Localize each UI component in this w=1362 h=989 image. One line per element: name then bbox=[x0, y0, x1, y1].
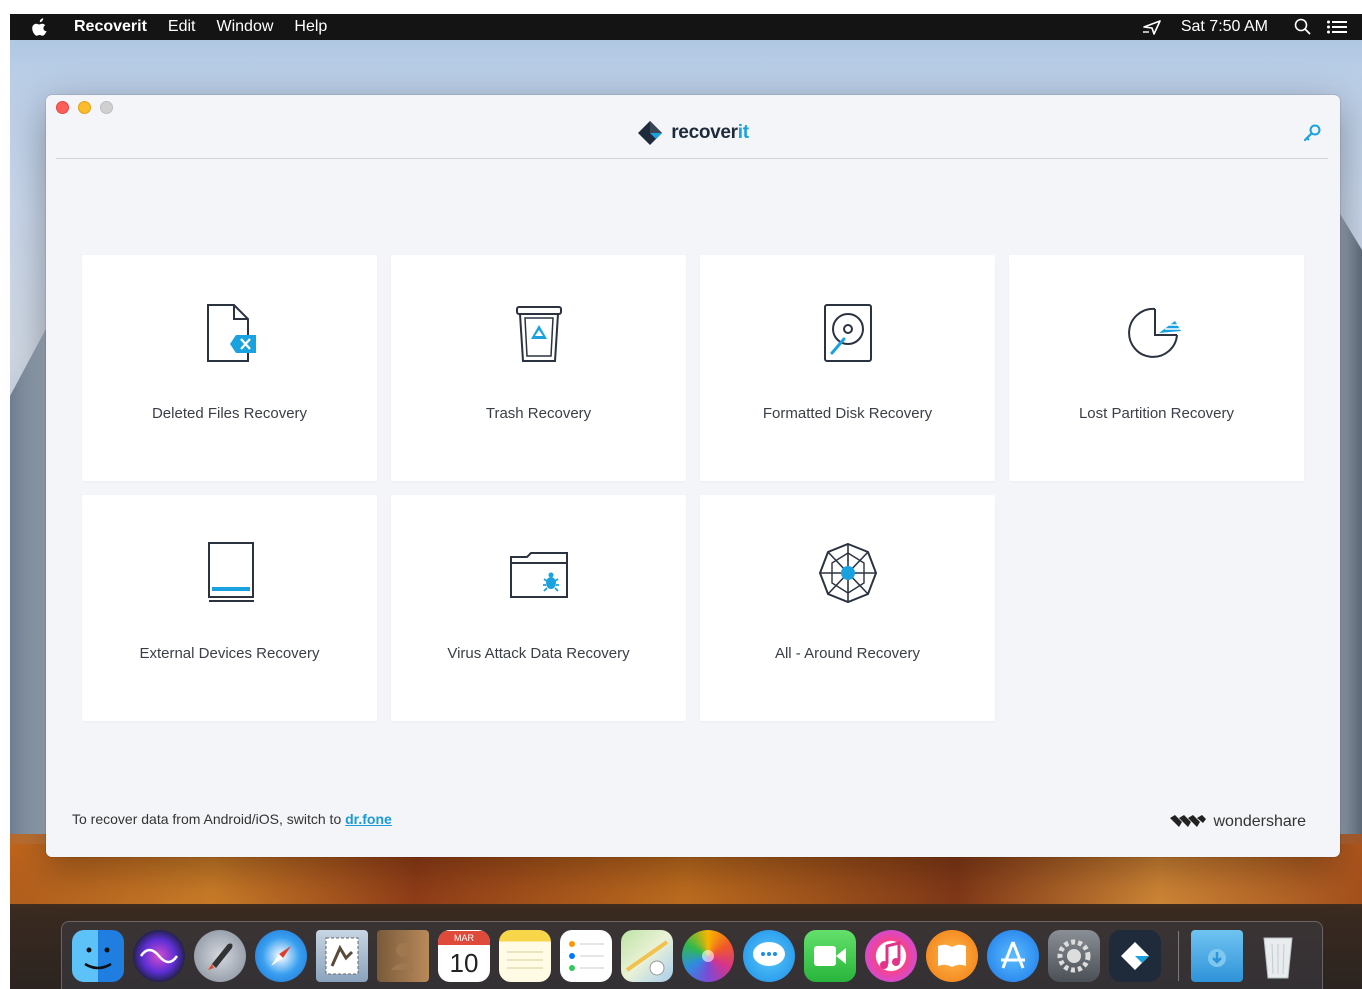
calendar-month: MAR bbox=[438, 930, 490, 945]
spotlight-search-icon[interactable] bbox=[1294, 18, 1312, 36]
card-label: Trash Recovery bbox=[485, 405, 592, 422]
wondershare-brand: wondershare bbox=[1213, 813, 1307, 830]
card-deleted-files-recovery[interactable]: Deleted Files Recovery bbox=[82, 255, 377, 481]
dock-finder[interactable] bbox=[72, 929, 124, 982]
dock-calendar[interactable]: MAR 10 bbox=[438, 929, 490, 982]
drfone-link[interactable]: dr.fone bbox=[345, 811, 392, 827]
wondershare-logo-icon bbox=[1169, 815, 1206, 827]
dock-mail[interactable] bbox=[316, 929, 368, 982]
menu-edit[interactable]: Edit bbox=[168, 18, 196, 36]
recoverit-logo-icon bbox=[638, 121, 663, 145]
menu-window[interactable]: Window bbox=[217, 18, 274, 36]
finder-icon bbox=[84, 947, 112, 969]
card-all-around-recovery[interactable]: All - Around Recovery bbox=[700, 495, 995, 721]
photos-icon bbox=[702, 949, 714, 962]
dock-maps[interactable] bbox=[621, 929, 673, 982]
menu-help[interactable]: Help bbox=[294, 18, 327, 36]
dock-siri[interactable] bbox=[133, 929, 185, 982]
dock: MAR 10 bbox=[61, 921, 1323, 989]
book-icon bbox=[938, 944, 966, 967]
notes-icon bbox=[507, 951, 543, 968]
messages-icon bbox=[753, 941, 785, 966]
window-controls bbox=[56, 101, 113, 114]
dock-photos[interactable] bbox=[682, 929, 734, 982]
trash-can-icon bbox=[1263, 937, 1293, 978]
card-formatted-disk-recovery[interactable]: Formatted Disk Recovery bbox=[700, 255, 995, 481]
deleted-file-icon bbox=[206, 304, 256, 362]
key-icon[interactable] bbox=[1302, 123, 1322, 143]
menu-app-name[interactable]: Recoverit bbox=[74, 18, 147, 36]
dock-contacts[interactable] bbox=[377, 929, 429, 982]
dock-safari[interactable] bbox=[255, 929, 307, 982]
dock-reminders[interactable] bbox=[560, 929, 612, 982]
contacts-icon bbox=[391, 942, 415, 970]
download-folder-icon bbox=[1208, 948, 1226, 967]
card-lost-partition-recovery[interactable]: Lost Partition Recovery bbox=[1009, 255, 1304, 481]
trash-icon bbox=[515, 306, 562, 362]
partition-icon bbox=[1127, 307, 1181, 358]
rocket-icon bbox=[208, 943, 233, 970]
window-zoom-button[interactable] bbox=[100, 101, 113, 114]
footer-note-text: To recover data from Android/iOS, switch… bbox=[72, 811, 346, 827]
dock-recoverit[interactable] bbox=[1109, 929, 1161, 982]
recoverit-dock-icon bbox=[1121, 941, 1149, 970]
virus-icon bbox=[509, 552, 568, 598]
dock-facetime[interactable] bbox=[804, 929, 856, 982]
location-arrow-icon[interactable] bbox=[1141, 18, 1163, 36]
mail-stamp-icon bbox=[325, 937, 359, 974]
header-divider bbox=[56, 158, 1328, 159]
card-trash-recovery[interactable]: Trash Recovery bbox=[391, 255, 686, 481]
notification-center-icon[interactable] bbox=[1326, 18, 1348, 36]
dock-system-preferences[interactable] bbox=[1048, 929, 1100, 982]
dock-notes[interactable] bbox=[499, 929, 551, 982]
external-device-icon bbox=[207, 542, 254, 602]
app-logo: recoverit bbox=[46, 120, 1340, 146]
window-minimize-button[interactable] bbox=[78, 101, 91, 114]
dock-separator bbox=[1178, 930, 1179, 981]
card-external-devices-recovery[interactable]: External Devices Recovery bbox=[82, 495, 377, 721]
card-label: Virus Attack Data Recovery bbox=[447, 645, 630, 662]
dock-downloads[interactable] bbox=[1191, 929, 1243, 982]
all-around-icon bbox=[818, 542, 877, 604]
menu-bar: Recoverit Edit Window Help Sat 7:50 AM bbox=[10, 14, 1362, 40]
card-label: Deleted Files Recovery bbox=[151, 405, 308, 422]
disk-icon bbox=[823, 304, 872, 362]
card-label: All - Around Recovery bbox=[774, 645, 921, 662]
dock-ibooks[interactable] bbox=[926, 929, 978, 982]
siri-icon bbox=[139, 948, 179, 963]
dock-messages[interactable] bbox=[743, 929, 795, 982]
music-note-icon bbox=[880, 940, 901, 969]
card-label: External Devices Recovery bbox=[139, 645, 320, 662]
reminders-icon bbox=[569, 940, 604, 971]
calendar-day: 10 bbox=[449, 947, 479, 978]
card-label: Lost Partition Recovery bbox=[1078, 405, 1235, 422]
wondershare-logo: wondershare bbox=[1169, 813, 1307, 831]
apple-menu-icon[interactable] bbox=[32, 18, 52, 36]
dock-launchpad[interactable] bbox=[194, 929, 246, 982]
footer-note: To recover data from Android/iOS, switch… bbox=[72, 811, 392, 827]
dock-trash[interactable] bbox=[1252, 930, 1304, 982]
app-brand-name: recoverit bbox=[671, 122, 749, 143]
maps-icon bbox=[625, 939, 669, 975]
dock-app-store[interactable] bbox=[987, 929, 1039, 982]
card-virus-attack-data-recovery[interactable]: Virus Attack Data Recovery bbox=[391, 495, 686, 721]
menubar-clock[interactable]: Sat 7:50 AM bbox=[1181, 18, 1268, 36]
recovery-mode-grid: Deleted Files Recovery Trash Recovery Fo… bbox=[82, 255, 1304, 721]
compass-icon bbox=[271, 945, 291, 966]
window-close-button[interactable] bbox=[56, 101, 69, 114]
card-label: Formatted Disk Recovery bbox=[762, 405, 933, 422]
recoverit-window: recoverit Deleted Files Recovery Trash R… bbox=[46, 95, 1340, 857]
facetime-icon bbox=[814, 945, 846, 966]
app-store-icon bbox=[1001, 940, 1025, 969]
gear-icon bbox=[1057, 939, 1091, 972]
dock-itunes[interactable] bbox=[865, 929, 917, 982]
